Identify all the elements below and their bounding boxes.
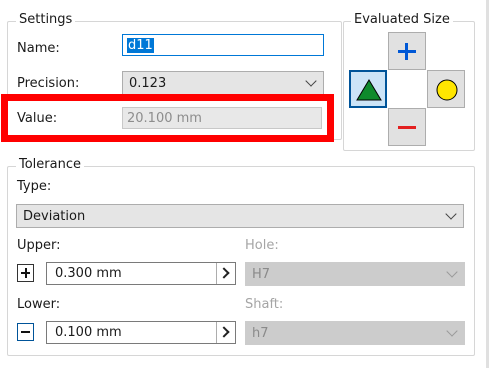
settings-title: Settings: [16, 12, 76, 27]
minus-sign-icon: [21, 331, 30, 333]
chevron-down-icon: [446, 266, 458, 278]
upper-value: 0.300 mm: [55, 266, 122, 281]
lower-value: 0.100 mm: [55, 325, 122, 340]
name-value: d11: [127, 37, 154, 53]
value-field: 20.100 mm: [122, 107, 322, 129]
type-dropdown[interactable]: Deviation: [16, 204, 464, 228]
hole-value: H7: [252, 266, 271, 282]
upper-sign-button[interactable]: [17, 264, 34, 282]
triangle-icon: [356, 79, 382, 101]
chevron-down-icon: [305, 75, 317, 87]
chevron-right-icon: [218, 326, 230, 338]
upper-size-button[interactable]: [388, 32, 426, 70]
lower-arrow-button[interactable]: [216, 322, 235, 343]
type-value: Deviation: [23, 208, 86, 224]
precision-value: 0.123: [129, 75, 167, 91]
circle-icon: [436, 79, 458, 101]
chevron-down-icon: [445, 208, 457, 220]
lower-sign-button[interactable]: [17, 323, 34, 341]
shaft-dropdown: h7: [245, 321, 465, 345]
value-label: Value:: [17, 111, 58, 126]
evaluated-size-title: Evaluated Size: [351, 12, 453, 27]
hole-label: Hole:: [245, 238, 279, 253]
upper-label: Upper:: [17, 238, 61, 253]
lower-label: Lower:: [17, 297, 61, 312]
center-cell: [388, 70, 426, 108]
precision-dropdown[interactable]: 0.123: [122, 71, 324, 95]
name-field[interactable]: d11: [122, 34, 324, 56]
upper-arrow-button[interactable]: [216, 263, 235, 284]
shaft-label: Shaft:: [245, 297, 284, 312]
nominal-size-button[interactable]: [349, 70, 387, 108]
upper-input[interactable]: 0.300 mm: [46, 262, 236, 285]
value-text: 20.100 mm: [127, 110, 202, 126]
type-label: Type:: [17, 179, 52, 194]
chevron-right-icon: [218, 267, 230, 279]
lower-size-button[interactable]: [388, 108, 426, 146]
hole-dropdown: H7: [245, 262, 465, 286]
shaft-value: h7: [252, 325, 269, 341]
median-size-button[interactable]: [427, 70, 465, 108]
precision-label: Precision:: [17, 76, 80, 91]
tolerance-title: Tolerance: [16, 157, 84, 172]
minus-icon: [398, 126, 416, 129]
chevron-down-icon: [446, 325, 458, 337]
name-label: Name:: [17, 41, 60, 56]
lower-input[interactable]: 0.100 mm: [46, 321, 236, 344]
